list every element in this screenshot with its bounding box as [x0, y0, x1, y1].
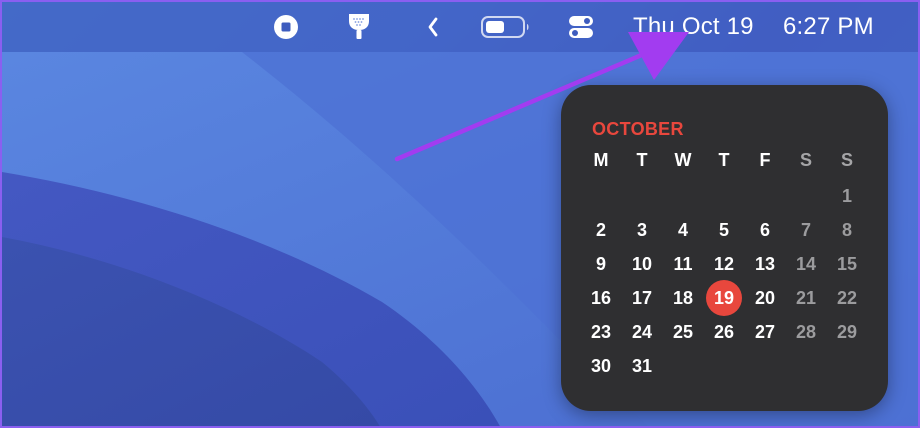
calendar-day[interactable]: 14: [788, 249, 824, 279]
calendar-day[interactable]: 1: [829, 181, 865, 211]
weekday-header: F: [759, 150, 771, 170]
calendar-day[interactable]: 6: [747, 215, 783, 245]
calendar-day[interactable]: 22: [829, 283, 865, 313]
calendar-day[interactable]: 7: [788, 215, 824, 245]
weekday-header: W: [674, 150, 692, 170]
calendar-day[interactable]: 3: [624, 215, 660, 245]
calendar-day[interactable]: 27: [747, 317, 783, 347]
weekday-header: T: [718, 150, 730, 170]
desktop: Thu Oct 19 6:27 PM OCTOBER MTWTFSS123456…: [0, 0, 920, 428]
calendar-day[interactable]: 23: [583, 317, 619, 347]
weekday-header: S: [840, 150, 853, 170]
weekday-header: S: [799, 150, 812, 170]
calendar-day[interactable]: 17: [624, 283, 660, 313]
calendar-day[interactable]: 15: [829, 249, 865, 279]
battery-icon[interactable]: [478, 2, 534, 52]
calendar-widget[interactable]: OCTOBER M T W T F S S 1 2 3 4 5 6 7 8 9 10 11 12 13 14 15 16 17…: [561, 85, 888, 411]
calendar-day[interactable]: 16: [583, 283, 619, 313]
control-center-icon[interactable]: [566, 2, 596, 52]
weekday-header: T: [636, 150, 648, 170]
calendar-day[interactable]: 2: [583, 215, 619, 245]
chevron-left-icon[interactable]: [422, 2, 444, 52]
calendar-day[interactable]: 4: [665, 215, 701, 245]
screen-record-stop-icon[interactable]: [270, 2, 302, 52]
calendar-day[interactable]: 18: [665, 283, 701, 313]
menu-bar-date[interactable]: Thu Oct 19: [633, 2, 754, 52]
menu-bar: Thu Oct 19 6:27 PM: [2, 2, 918, 52]
calendar-day[interactable]: 26: [706, 317, 742, 347]
calendar-day[interactable]: 10: [624, 249, 660, 279]
calendar-month-label: OCTOBER: [592, 119, 684, 139]
calendar-day[interactable]: 31: [624, 351, 660, 381]
calendar-day[interactable]: 25: [665, 317, 701, 347]
calendar-day[interactable]: 21: [788, 283, 824, 313]
calendar-day[interactable]: 30: [583, 351, 619, 381]
calendar-day[interactable]: 12: [706, 249, 742, 279]
calendar-day[interactable]: 5: [706, 215, 742, 245]
calendar-day[interactable]: 13: [747, 249, 783, 279]
calendar-day[interactable]: 11: [665, 249, 701, 279]
calendar-day[interactable]: 20: [747, 283, 783, 313]
calendar-day-today[interactable]: 19: [706, 280, 742, 316]
shower-head-icon[interactable]: [344, 2, 374, 52]
calendar-day[interactable]: 9: [583, 249, 619, 279]
calendar-day[interactable]: 8: [829, 215, 865, 245]
calendar-day[interactable]: 28: [788, 317, 824, 347]
calendar-day[interactable]: 29: [829, 317, 865, 347]
weekday-header: M: [593, 150, 609, 170]
menu-bar-time[interactable]: 6:27 PM: [783, 2, 874, 52]
calendar-day[interactable]: 24: [624, 317, 660, 347]
